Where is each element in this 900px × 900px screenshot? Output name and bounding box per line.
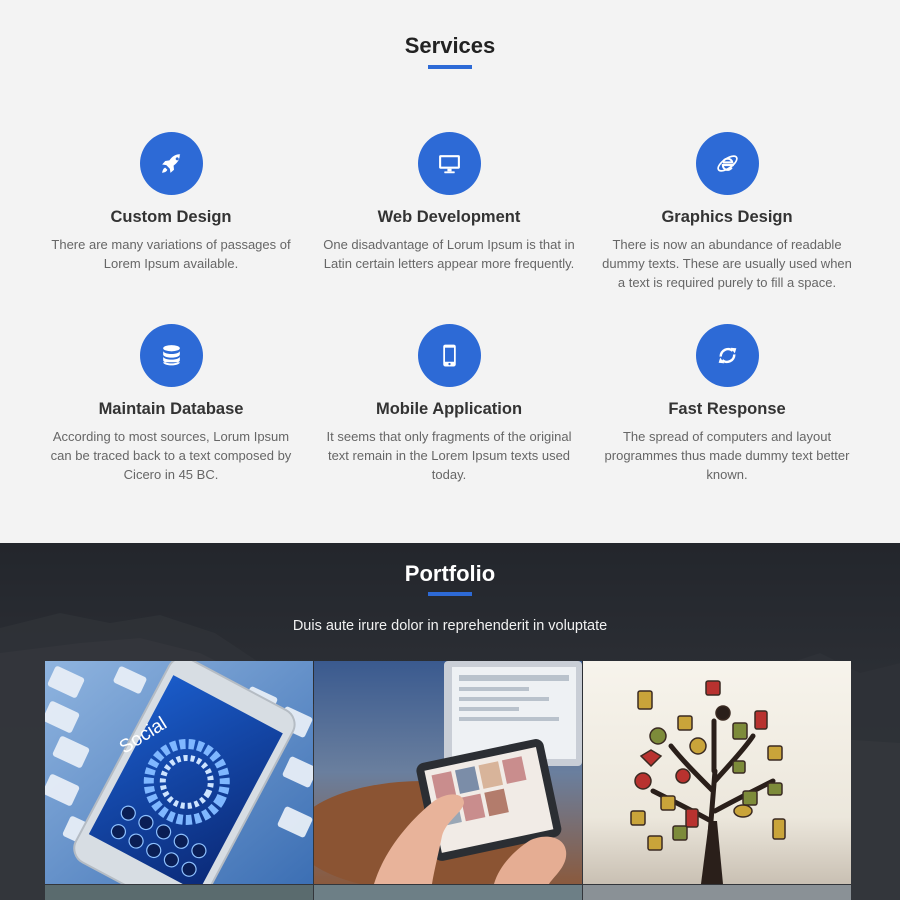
portfolio-subtitle: Duis aute irure dolor in reprehenderit i… bbox=[292, 618, 608, 634]
service-title: Fast Response bbox=[668, 400, 786, 418]
database-icon bbox=[140, 324, 203, 387]
portfolio-tile-icon-tree[interactable] bbox=[583, 661, 851, 884]
service-description: The spread of computers and layout progr… bbox=[604, 429, 850, 482]
smartphone-on-keyboard-image: Social bbox=[45, 661, 313, 884]
portfolio-title: Portfolio bbox=[404, 561, 496, 586]
service-description: There are many variations of passages of… bbox=[51, 237, 291, 271]
portfolio-section: Portfolio Duis aute irure dolor in repre… bbox=[0, 543, 900, 900]
service-title: Custom Design bbox=[110, 208, 232, 226]
service-title: Graphics Design bbox=[661, 208, 793, 226]
refresh-icon bbox=[696, 324, 759, 387]
services-section: Services Custom Design There are many va… bbox=[0, 0, 900, 543]
rocket-icon bbox=[140, 132, 203, 195]
services-title: Services bbox=[404, 33, 496, 58]
social-media-icon-tree-image bbox=[583, 661, 851, 884]
portfolio-title-underline bbox=[428, 592, 472, 596]
monitor-icon bbox=[418, 132, 481, 195]
portfolio-tile-row2-2[interactable] bbox=[314, 885, 582, 900]
internet-explorer-icon bbox=[696, 132, 759, 195]
mobile-phone-icon bbox=[418, 324, 481, 387]
hands-using-tablet-image bbox=[314, 661, 582, 884]
service-title: Maintain Database bbox=[98, 400, 244, 418]
service-title: Web Development bbox=[377, 208, 521, 226]
portfolio-tile-row2-1[interactable] bbox=[45, 885, 313, 900]
service-description: One disadvantage of Lorum Ipsum is that … bbox=[323, 237, 575, 271]
portfolio-tile-tablet[interactable] bbox=[314, 661, 582, 884]
services-title-underline bbox=[428, 65, 472, 69]
portfolio-tile-social-phone[interactable]: Social bbox=[45, 661, 313, 884]
portfolio-tile-row2-3[interactable] bbox=[583, 885, 851, 900]
service-title: Mobile Application bbox=[375, 400, 523, 418]
service-description: There is now an abundance of readable du… bbox=[602, 237, 852, 290]
service-description: It seems that only fragments of the orig… bbox=[326, 429, 572, 482]
service-description: According to most sources, Lorum Ipsum c… bbox=[50, 429, 292, 482]
